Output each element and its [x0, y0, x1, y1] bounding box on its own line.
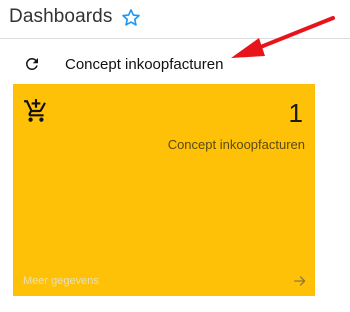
more-details-link[interactable]: Meer gegevens	[23, 275, 99, 287]
tile-count: 1	[288, 98, 303, 128]
refresh-icon[interactable]	[23, 55, 41, 73]
arrow-right-icon[interactable]	[293, 274, 307, 288]
dashboard-name: Concept inkoopfacturen	[65, 56, 224, 73]
star-outline-icon[interactable]	[120, 7, 142, 29]
dashboard-tile[interactable]: 1 Concept inkoopfacturen Meer gegevens	[13, 84, 315, 296]
page-title: Dashboards	[9, 6, 113, 27]
tile-label: Concept inkoopfacturen	[167, 137, 305, 152]
cart-plus-icon	[23, 98, 49, 124]
annotation-arrow	[231, 16, 335, 58]
